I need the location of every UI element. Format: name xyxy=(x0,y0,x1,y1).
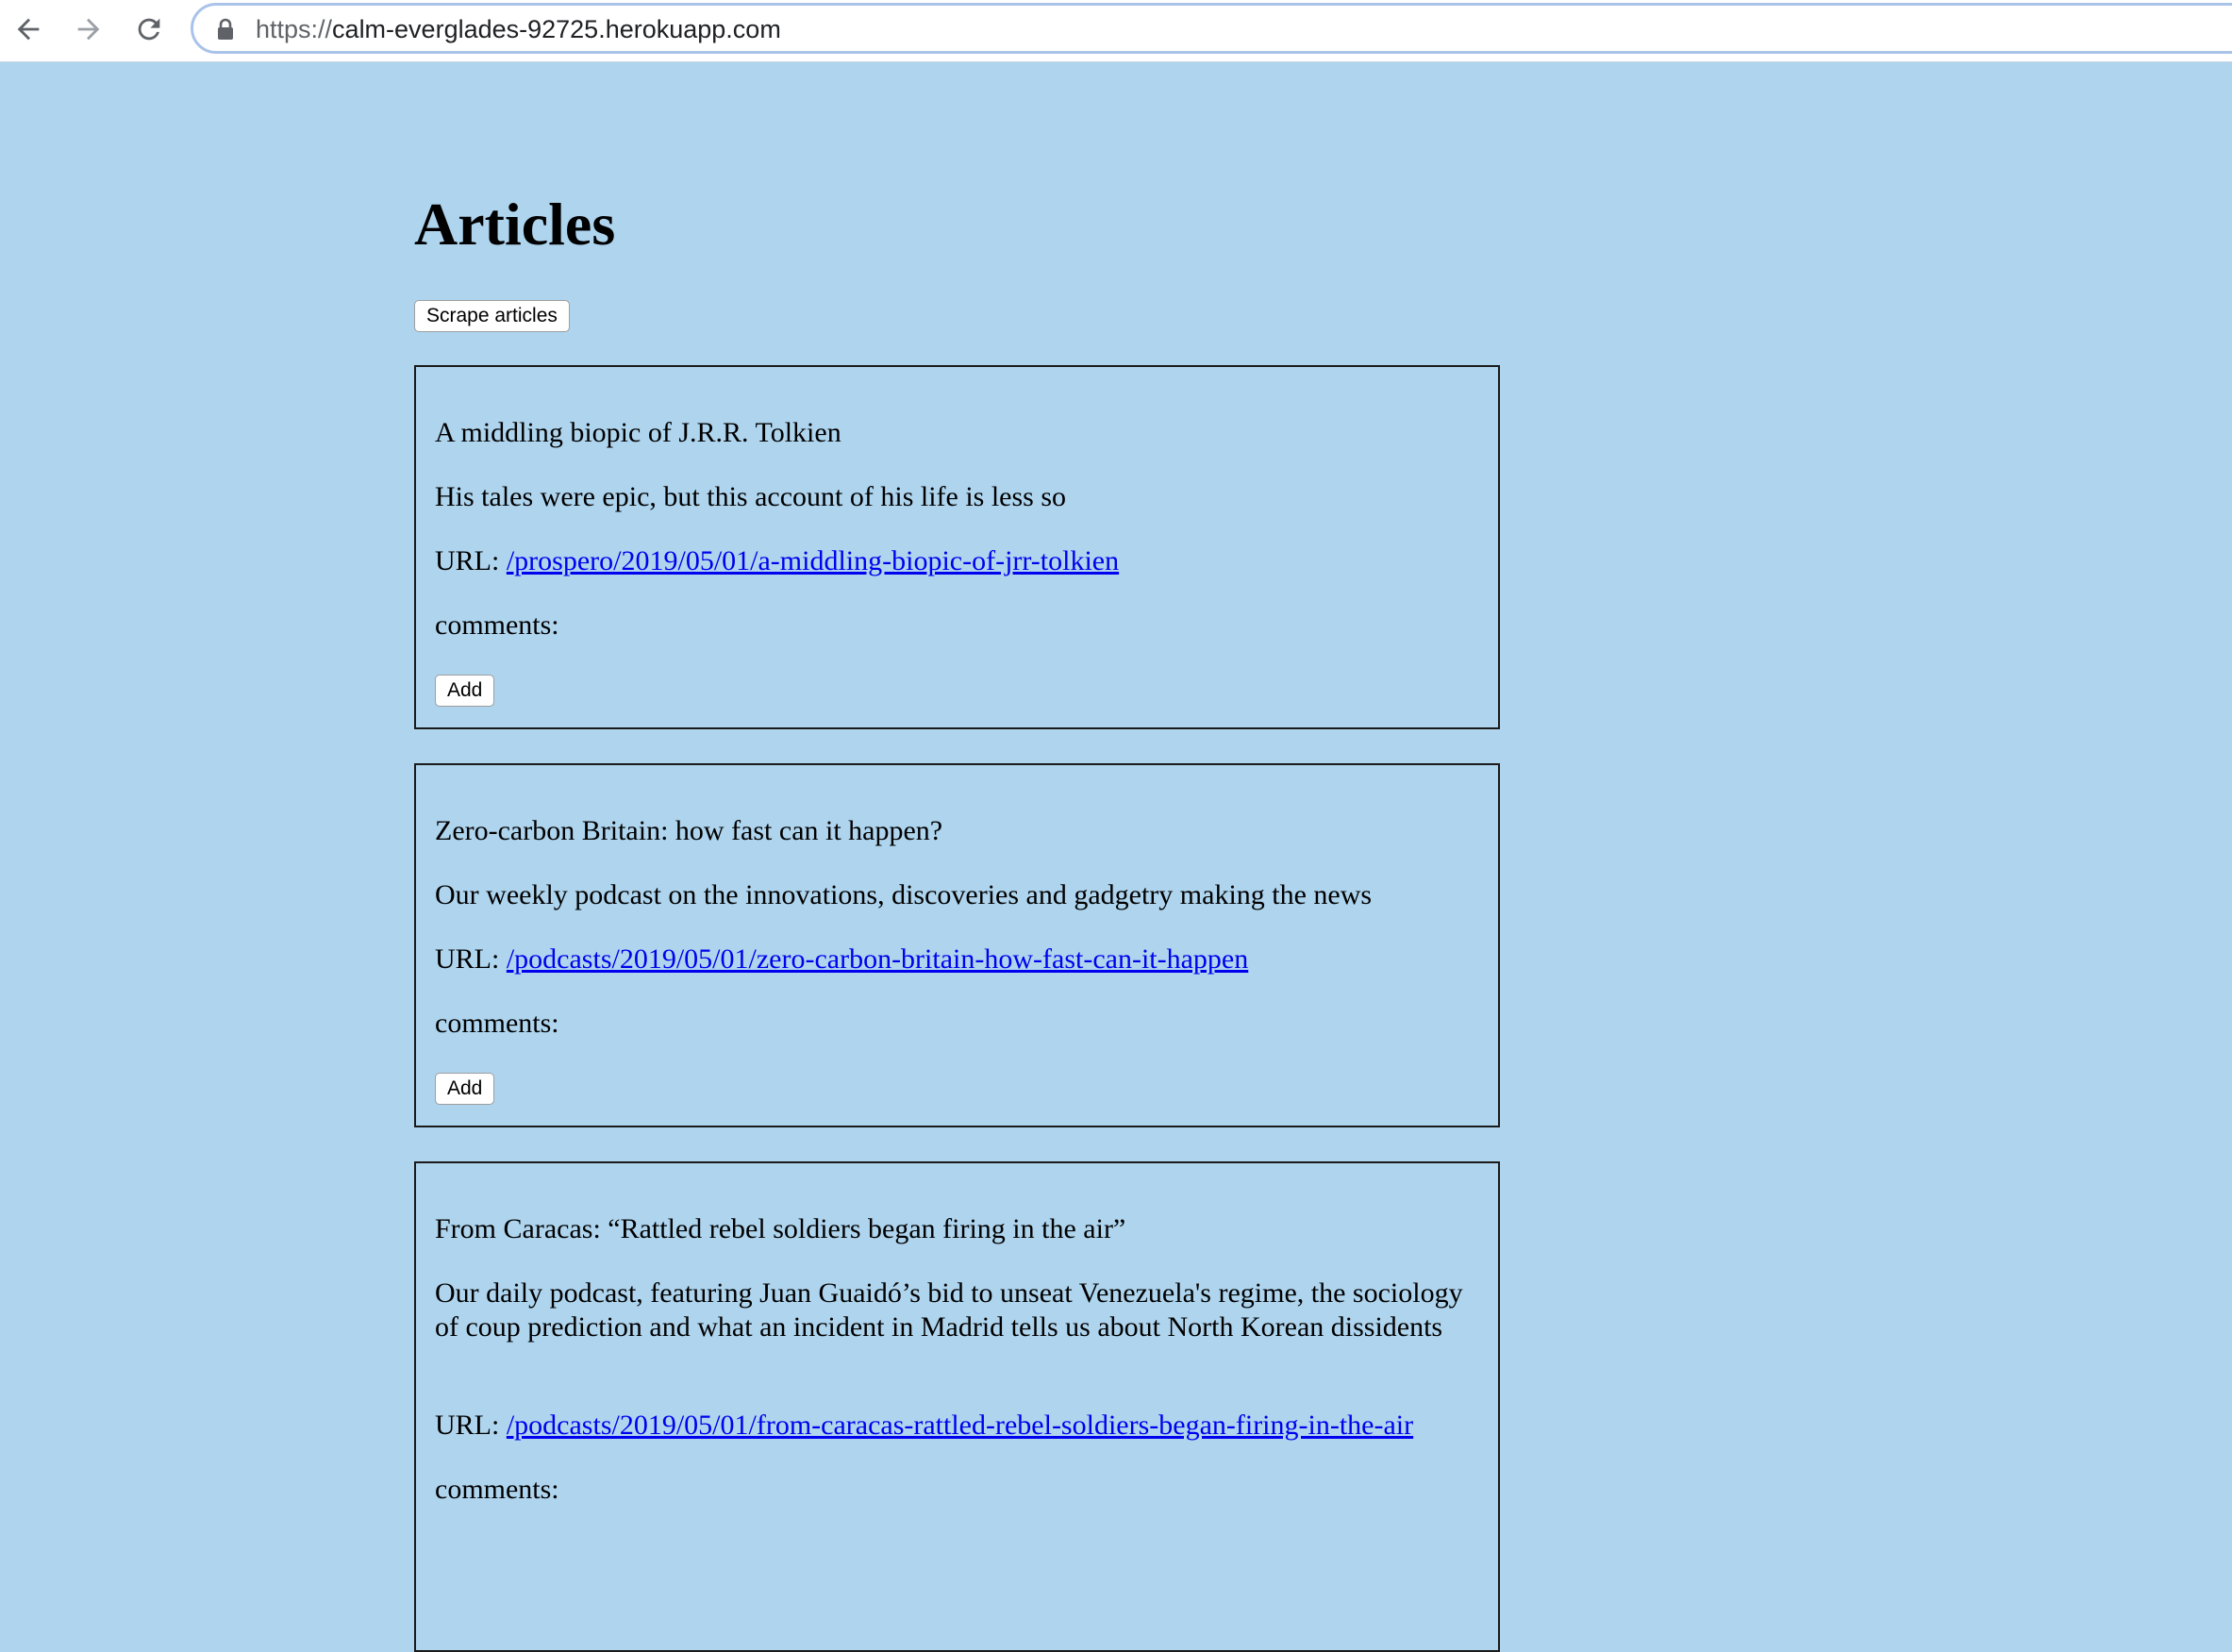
article-card: From Caracas: “Rattled rebel soldiers be… xyxy=(414,1161,1500,1652)
page-title: Articles xyxy=(414,191,616,258)
article-summary: Our weekly podcast on the innovations, d… xyxy=(435,879,1373,910)
url-host: calm-everglades-92725.herokuapp.com xyxy=(332,15,781,43)
url-label: URL: xyxy=(435,943,500,975)
lock-icon[interactable] xyxy=(214,17,237,42)
comments-label: comments: xyxy=(435,1474,559,1505)
url-label: URL: xyxy=(435,1410,500,1441)
add-comment-button[interactable]: Add xyxy=(435,675,495,707)
url-label: URL: xyxy=(435,545,500,576)
reload-icon[interactable] xyxy=(130,10,168,48)
article-url-link[interactable]: /prospero/2019/05/01/a-middling-biopic-o… xyxy=(507,545,1119,576)
article-card: Zero-carbon Britain: how fast can it hap… xyxy=(414,763,1500,1127)
add-comment-button[interactable]: Add xyxy=(435,1073,495,1105)
article-url-link[interactable]: /podcasts/2019/05/01/zero-carbon-britain… xyxy=(507,943,1248,975)
browser-toolbar: https://calm-everglades-92725.herokuapp.… xyxy=(0,0,2232,62)
article-url-line: URL: /prospero/2019/05/01/a-middling-bio… xyxy=(435,544,1479,578)
comments-label: comments: xyxy=(435,609,559,641)
comments-label: comments: xyxy=(435,1008,559,1039)
back-arrow-icon[interactable] xyxy=(9,10,47,48)
scrape-articles-button[interactable]: Scrape articles xyxy=(414,300,570,332)
article-headline: Zero-carbon Britain: how fast can it hap… xyxy=(435,815,943,846)
url-scheme: https:// xyxy=(256,15,333,43)
address-bar[interactable]: https://calm-everglades-92725.herokuapp.… xyxy=(191,3,2232,54)
forward-arrow-icon[interactable] xyxy=(70,10,108,48)
article-summary: Our daily podcast, featuring Juan Guaidó… xyxy=(435,1277,1463,1343)
article-summary: His tales were epic, but this account of… xyxy=(435,481,1067,512)
article-url-link[interactable]: /podcasts/2019/05/01/from-caracas-rattle… xyxy=(507,1410,1413,1441)
article-url-line: URL: /podcasts/2019/05/01/zero-carbon-br… xyxy=(435,943,1479,976)
article-headline: A middling biopic of J.R.R. Tolkien xyxy=(435,417,841,448)
article-url-line: URL: /podcasts/2019/05/01/from-caracas-r… xyxy=(435,1409,1479,1443)
article-headline: From Caracas: “Rattled rebel soldiers be… xyxy=(435,1213,1126,1244)
url-text[interactable]: https://calm-everglades-92725.herokuapp.… xyxy=(256,13,781,45)
article-card: A middling biopic of J.R.R. Tolkien His … xyxy=(414,365,1500,729)
